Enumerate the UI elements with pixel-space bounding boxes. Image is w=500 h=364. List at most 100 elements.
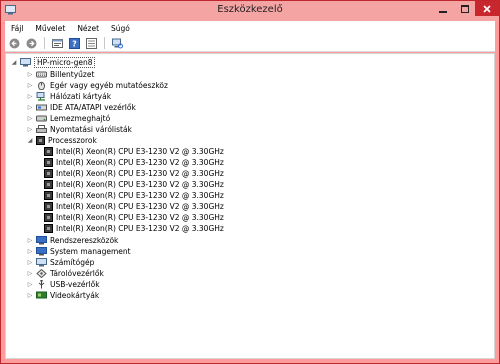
tree-category[interactable]: ▷ Rendszereszközök bbox=[26, 235, 118, 246]
tree-device-label: Intel(R) Xeon(R) CPU E3-1230 V2 @ 3.30GH… bbox=[56, 169, 224, 178]
tree-category[interactable]: ▷ Tárolóvezérlők bbox=[26, 268, 104, 279]
mouse-icon bbox=[38, 81, 45, 90]
svg-text:?: ? bbox=[72, 39, 77, 48]
tree-category-label: Lemezmeghajtó bbox=[50, 114, 111, 123]
printer-icon bbox=[36, 125, 47, 133]
tree-category-label: USB-vezérlők bbox=[50, 280, 100, 289]
storage-controller-icon bbox=[36, 269, 47, 278]
close-button[interactable] bbox=[475, 1, 499, 16]
tree-device-item[interactable]: Intel(R) Xeon(R) CPU E3-1230 V2 @ 3.30GH… bbox=[42, 146, 224, 157]
tree-category-label: Számítógép bbox=[50, 258, 95, 267]
help-button[interactable]: ? bbox=[68, 37, 81, 50]
minimize-icon bbox=[439, 10, 447, 13]
tree-category[interactable]: ▷ Egér vagy egyéb mutatóeszköz bbox=[26, 80, 168, 91]
tree-device-label: Intel(R) Xeon(R) CPU E3-1230 V2 @ 3.30GH… bbox=[56, 158, 224, 167]
processor-icon bbox=[44, 191, 53, 200]
computer-scan-icon bbox=[112, 38, 123, 48]
computer-icon bbox=[20, 58, 31, 67]
expanded-arrow-icon[interactable]: ◢ bbox=[26, 137, 34, 144]
collapsed-arrow-icon[interactable]: ▷ bbox=[26, 126, 34, 133]
collapsed-arrow-icon[interactable]: ▷ bbox=[26, 259, 34, 266]
processor-icon bbox=[44, 180, 53, 189]
display-adapter-icon bbox=[36, 291, 47, 299]
tree-device-item[interactable]: Intel(R) Xeon(R) CPU E3-1230 V2 @ 3.30GH… bbox=[42, 190, 224, 201]
expanded-arrow-icon[interactable]: ◢ bbox=[10, 59, 18, 66]
toolbar: ? bbox=[5, 35, 495, 52]
processor-icon bbox=[44, 147, 53, 156]
toolbar-separator bbox=[44, 37, 45, 49]
tree-category[interactable]: ▷ System management bbox=[26, 246, 131, 257]
tree-category-label: Tárolóvezérlők bbox=[50, 269, 104, 278]
computer-icon bbox=[36, 258, 47, 267]
tree-category-processors[interactable]: ◢ Processzorok bbox=[26, 135, 97, 146]
tree-category[interactable]: ▷ Lemezmeghajtó bbox=[26, 113, 110, 124]
tree-root[interactable]: ◢ HP-micro-gen8 bbox=[10, 57, 96, 68]
tree-category-label: System management bbox=[50, 247, 131, 256]
collapsed-arrow-icon[interactable]: ▷ bbox=[26, 270, 34, 277]
minimize-button[interactable] bbox=[432, 1, 454, 16]
back-button[interactable] bbox=[8, 37, 21, 50]
tree-device-item[interactable]: Intel(R) Xeon(R) CPU E3-1230 V2 @ 3.30GH… bbox=[42, 201, 224, 212]
scan-hardware-button[interactable] bbox=[111, 37, 124, 50]
device-tree[interactable]: ◢ HP-micro-gen8 ▷ Billentyűzet ▷ Egér va… bbox=[5, 53, 495, 359]
maximize-button[interactable] bbox=[454, 1, 476, 16]
title-bar[interactable]: Eszközkezelő bbox=[1, 1, 499, 21]
menu-action[interactable]: Művelet bbox=[29, 24, 71, 33]
tree-device-label: Intel(R) Xeon(R) CPU E3-1230 V2 @ 3.30GH… bbox=[56, 147, 224, 156]
maximize-icon bbox=[461, 4, 469, 13]
tree-device-item[interactable]: Intel(R) Xeon(R) CPU E3-1230 V2 @ 3.30GH… bbox=[42, 212, 224, 223]
tree-category-label: Egér vagy egyéb mutatóeszköz bbox=[50, 81, 168, 90]
menu-file[interactable]: Fájl bbox=[5, 24, 29, 33]
collapsed-arrow-icon[interactable]: ▷ bbox=[26, 71, 34, 78]
device-manager-window: Eszközkezelő Fájl Művelet Nézet Súgó ? ◢… bbox=[0, 0, 500, 364]
toolbar-separator bbox=[104, 37, 105, 49]
processor-icon bbox=[36, 136, 45, 145]
collapsed-arrow-icon[interactable]: ▷ bbox=[26, 93, 34, 100]
tree-category-label: Hálózati kártyák bbox=[50, 92, 112, 101]
tree-device-item[interactable]: Intel(R) Xeon(R) CPU E3-1230 V2 @ 3.30GH… bbox=[42, 157, 224, 168]
collapsed-arrow-icon[interactable]: ▷ bbox=[26, 104, 34, 111]
collapsed-arrow-icon[interactable]: ▷ bbox=[26, 82, 34, 89]
tree-category[interactable]: ▷ Számítógép bbox=[26, 257, 94, 268]
help-icon: ? bbox=[69, 37, 80, 49]
tree-device-label: Intel(R) Xeon(R) CPU E3-1230 V2 @ 3.30GH… bbox=[56, 180, 224, 189]
tree-category[interactable]: ▷ Nyomtatási várólisták bbox=[26, 124, 132, 135]
tree-category[interactable]: ▷ Videokártyák bbox=[26, 290, 100, 301]
tree-device-label: Intel(R) Xeon(R) CPU E3-1230 V2 @ 3.30GH… bbox=[56, 202, 224, 211]
network-adapter-icon bbox=[36, 92, 45, 101]
tree-category-label: IDE ATA/ATAPI vezérlők bbox=[50, 103, 136, 112]
collapsed-arrow-icon[interactable]: ▷ bbox=[26, 292, 34, 299]
menu-view[interactable]: Nézet bbox=[71, 24, 105, 33]
tree-category-label: Processzorok bbox=[48, 136, 97, 145]
show-hidden-button[interactable] bbox=[85, 37, 98, 50]
collapsed-arrow-icon[interactable]: ▷ bbox=[26, 281, 34, 288]
back-icon bbox=[9, 38, 20, 48]
tree-category[interactable]: ▷ Billentyűzet bbox=[26, 69, 95, 80]
forward-button[interactable] bbox=[25, 37, 38, 50]
tree-root-label: HP-micro-gen8 bbox=[34, 57, 96, 68]
tree-device-label: Intel(R) Xeon(R) CPU E3-1230 V2 @ 3.30GH… bbox=[56, 224, 224, 233]
processor-icon bbox=[44, 158, 53, 167]
show-hidden-icon bbox=[86, 37, 97, 49]
usb-icon bbox=[38, 280, 45, 289]
processor-icon bbox=[44, 169, 53, 178]
collapsed-arrow-icon[interactable]: ▷ bbox=[26, 248, 34, 255]
tree-device-item[interactable]: Intel(R) Xeon(R) CPU E3-1230 V2 @ 3.30GH… bbox=[42, 179, 224, 190]
tree-device-item[interactable]: Intel(R) Xeon(R) CPU E3-1230 V2 @ 3.30GH… bbox=[42, 168, 224, 179]
processor-icon bbox=[44, 202, 53, 211]
processor-icon bbox=[44, 213, 53, 222]
tree-device-label: Intel(R) Xeon(R) CPU E3-1230 V2 @ 3.30GH… bbox=[56, 213, 224, 222]
properties-button[interactable] bbox=[51, 37, 64, 50]
keyboard-icon bbox=[36, 71, 47, 78]
tree-category[interactable]: ▷ USB-vezérlők bbox=[26, 279, 100, 290]
collapsed-arrow-icon[interactable]: ▷ bbox=[26, 237, 34, 244]
properties-icon bbox=[52, 38, 63, 48]
menu-bar: Fájl Művelet Nézet Súgó bbox=[5, 21, 495, 35]
tree-category[interactable]: ▷ Hálózati kártyák bbox=[26, 91, 111, 102]
collapsed-arrow-icon[interactable]: ▷ bbox=[26, 115, 34, 122]
tree-device-item[interactable]: Intel(R) Xeon(R) CPU E3-1230 V2 @ 3.30GH… bbox=[42, 223, 224, 234]
tree-device-label: Intel(R) Xeon(R) CPU E3-1230 V2 @ 3.30GH… bbox=[56, 191, 224, 200]
tree-category[interactable]: ▷ IDE ATA/ATAPI vezérlők bbox=[26, 102, 136, 113]
forward-icon bbox=[26, 38, 37, 48]
menu-help[interactable]: Súgó bbox=[105, 24, 136, 33]
